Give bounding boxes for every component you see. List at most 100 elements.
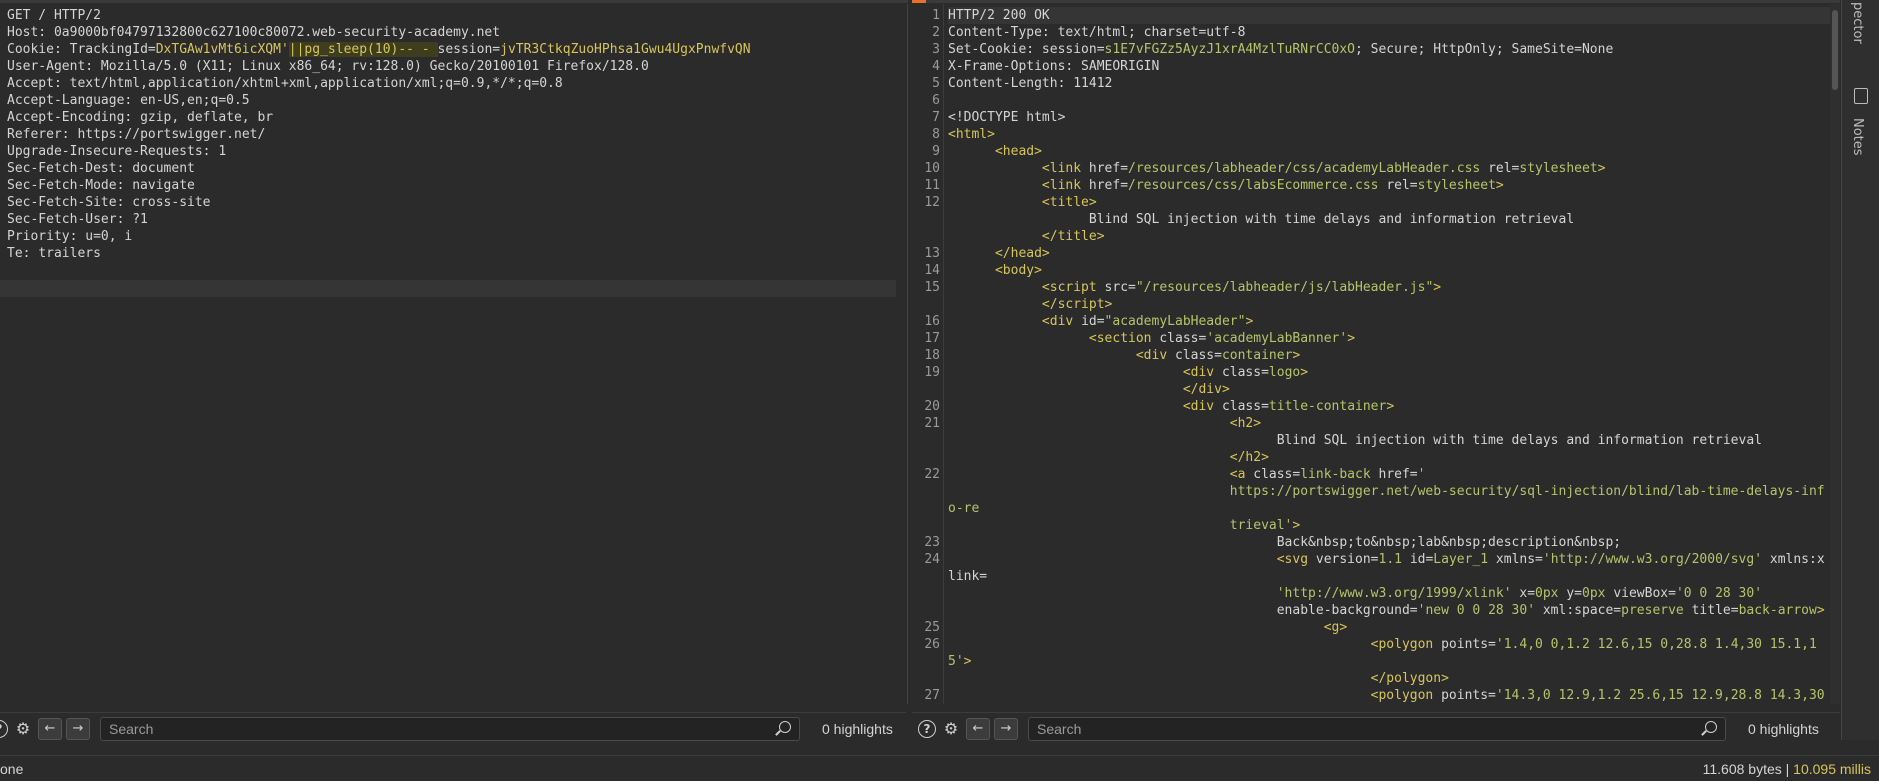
code-text: <section class='academyLabBanner'> [1088,331,1356,346]
line-number: 2 [932,25,940,40]
back-arrow-icon[interactable]: ← [38,717,62,740]
search-icon[interactable] [779,720,791,733]
response-line: </div> [948,381,1830,398]
session-name: session= [437,42,501,57]
response-line: </script> [948,296,1830,313]
response-editor[interactable]: 1 HTTP/2 200 OK 2 Content-Type: text/html; … [912,4,1840,704]
response-line: 8 <html> [932,126,1830,143]
header-value: en-US,en;q=0.5 [140,93,250,108]
gear-icon[interactable]: ⚙ [12,718,34,740]
response-line: 3 Set-Cookie: session=s1E7vFGZz5AyzJ1xrA4… [932,41,1830,58]
code-text: Blind SQL injection with time delays and… [948,212,1575,227]
line-number: 9 [932,144,940,159]
line-number: 17 [924,331,940,346]
code-text: <svg version=1.1 id=Layer_1 xmlns='http:… [948,552,1825,584]
help-icon[interactable]: ? [0,719,8,738]
response-line: 7 <!DOCTYPE html> [932,109,1830,126]
search-icon[interactable] [1705,720,1717,733]
request-search-placeholder: Search [109,720,154,737]
tracking-id-value: DxTGAw1vMt6icXQM' [155,42,289,57]
header-name: Sec-Fetch-Dest: [7,161,133,176]
response-search-bar: ? ⚙ ← → Search 0 highlights [912,712,1840,744]
code-text: enable-background='new 0 0 28 30' xml:sp… [1276,603,1825,618]
code-text: Content-Length: 11412 [948,76,1113,91]
request-tab-strip [0,0,908,3]
response-line: </h2> [948,449,1830,466]
line-number: 12 [924,195,940,210]
response-line: 16 <div id="academyLabHeader"> [924,313,1830,330]
header-value: trailers [38,246,101,261]
line-number: 19 [924,365,940,380]
response-line: 19 <div class=logo> [924,364,1830,381]
response-scrollbar[interactable] [1830,4,1840,704]
request-line: Sec-Fetch-User: ?1 [7,211,907,228]
header-name: Sec-Fetch-Mode: [7,178,133,193]
response-line: 14 <body> [924,262,1830,279]
response-line: enable-background='new 0 0 28 30' xml:sp… [948,602,1830,619]
code-text: 'http://www.w3.org/1999/xlink' x=0px y=0… [1276,586,1763,601]
response-line: </title> [948,228,1830,245]
line-number: 22 [924,467,940,482]
header-name: Upgrade-Insecure-Requests: [7,144,219,159]
response-tab-strip [912,0,1840,3]
header-name: User-Agent: [7,59,101,74]
response-line: Blind SQL injection with time delays and… [948,432,1830,449]
gear-icon[interactable]: ⚙ [940,718,962,740]
response-lines[interactable]: 1 HTTP/2 200 OK 2 Content-Type: text/html; … [924,7,1830,704]
response-line: 5 Content-Length: 11412 [932,75,1830,92]
request-search-bar: ? ⚙ ← → Search 0 highlights [0,712,906,744]
header-name: Sec-Fetch-Site: [7,195,133,210]
forward-arrow-icon[interactable]: → [66,717,90,740]
header-value: navigate [132,178,195,193]
request-line: Cookie: TrackingId=DxTGAw1vMt6icXQM'||pg… [7,41,907,58]
code-text: https://portswigger.net/web-security/sql… [948,484,1825,516]
header-value: gzip, deflate, br [140,110,274,125]
code-text: </polygon> [1370,671,1449,686]
line-number: 6 [932,93,940,108]
header-value: ?1 [132,212,148,227]
header-value: 1 [218,144,227,159]
response-search-input[interactable]: Search [1028,716,1726,741]
request-line: Upgrade-Insecure-Requests: 1 [7,143,907,160]
code-text: <link href=/resources/labheader/css/acad… [1041,161,1606,176]
status-text: one [0,760,24,777]
header-name: Referer: [7,127,78,142]
request-line: Host: 0a9000bf04797132800c627100c80072.w… [7,24,907,41]
request-editor[interactable]: GET / HTTP/2 Host: 0a9000bf04797132800c62… [0,4,908,704]
response-line: Blind SQL injection with time delays and… [948,211,1830,228]
inspector-tab[interactable]: pector [1850,2,1865,44]
line-number: 27 [924,688,940,703]
response-scroll-thumb[interactable] [1832,10,1838,90]
request-lines[interactable]: GET / HTTP/2 Host: 0a9000bf04797132800c62… [0,4,907,262]
line-number: 21 [924,416,940,431]
header-value: 0a9000bf04797132800c627100c80072.web-sec… [53,25,501,40]
code-text: <link href=/resources/css/labsEcommerce.… [1041,178,1504,193]
request-search-input[interactable]: Search [100,716,800,741]
line-number: 14 [924,263,940,278]
header-name: Sec-Fetch-User: [7,212,133,227]
code-text: HTTP/2 200 OK [948,8,1050,23]
back-arrow-icon[interactable]: ← [966,717,990,740]
line-number: 11 [924,178,940,193]
code-text: </script> [1041,297,1113,312]
notes-tab[interactable]: Notes [1850,118,1865,156]
line-number: 1 [932,8,940,23]
request-line: Accept-Language: en-US,en;q=0.5 [7,92,907,109]
code-text: <h2> [1229,416,1262,431]
request-line: Priority: u=0, i [7,228,907,245]
notes-icon[interactable] [1854,88,1868,104]
code-text: <div class=logo> [1182,365,1309,380]
code-text: <div class=container> [1135,348,1301,363]
forward-arrow-icon[interactable]: → [994,717,1018,740]
code-text: </h2> [1229,450,1269,465]
response-line: 9 <head> [932,143,1830,160]
line-number: 3 [932,42,940,57]
response-line: 20 <div class=title-container> [924,398,1830,415]
header-value: cross-site [132,195,211,210]
code-text: <title> [1041,195,1097,210]
code-text: X-Frame-Options: SAMEORIGIN [948,59,1160,74]
header-value: text/html,application/xhtml+xml,applicat… [69,76,563,91]
code-text: <script src="/resources/labheader/js/lab… [1041,280,1442,295]
line-number: 13 [924,246,940,261]
help-icon[interactable]: ? [918,719,936,738]
